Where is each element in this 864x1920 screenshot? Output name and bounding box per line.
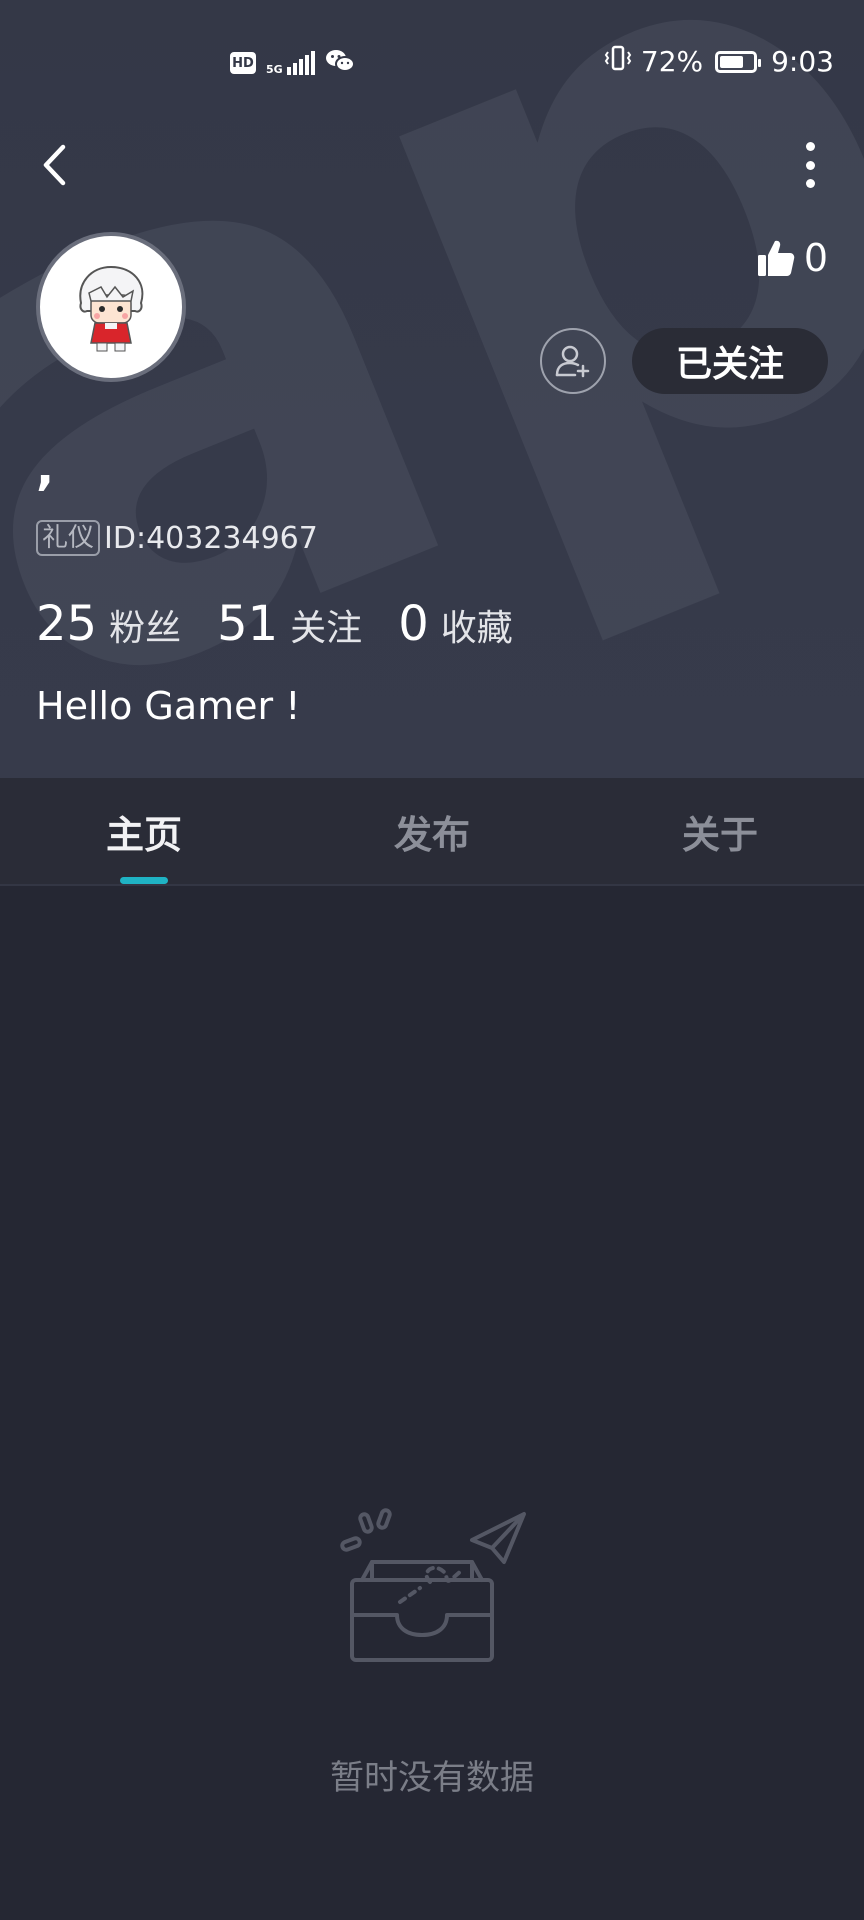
paper-plane-icon [470, 1512, 526, 1564]
add-friend-button[interactable] [540, 328, 606, 394]
user-nickname: , [36, 440, 55, 496]
user-id-row: 礼仪 ID:403234967 [36, 520, 318, 556]
user-bio: Hello Gamer ! [36, 684, 301, 728]
tab-posts[interactable]: 发布 [288, 778, 576, 884]
tab-about[interactable]: 关于 [576, 778, 864, 884]
battery-icon [715, 50, 762, 73]
profile-header: apTa HD 5G 72% 9:03 0 已关注 , 礼仪 ID:403234… [0, 0, 864, 778]
stat-fans[interactable]: 25 粉丝 [36, 596, 181, 652]
clock: 9:03 [771, 45, 834, 78]
more-options-button[interactable] [800, 142, 820, 188]
tab-label: 关于 [681, 812, 758, 857]
signal-icon: 5G [266, 51, 315, 75]
thumbs-up-icon [757, 240, 795, 276]
back-button[interactable] [34, 140, 74, 190]
stat-value: 0 [398, 596, 429, 652]
stat-label: 粉丝 [109, 608, 182, 649]
profile-page: apTa HD 5G 72% 9:03 0 已关注 , 礼仪 ID:403234… [0, 0, 864, 1920]
avatar-character-image [79, 265, 144, 352]
stat-following[interactable]: 51 关注 [217, 596, 362, 652]
battery-percent: 72% [640, 45, 704, 78]
tab-label: 发布 [393, 812, 470, 857]
empty-inbox-icon [340, 1508, 526, 1662]
user-tag-badge: 礼仪 [36, 520, 101, 556]
likes-counter[interactable]: 0 [756, 236, 828, 280]
stat-label: 关注 [290, 608, 363, 649]
stat-value: 25 [36, 596, 98, 652]
user-id: ID:403234967 [104, 520, 318, 556]
tab-label: 主页 [105, 812, 182, 857]
status-right-icons: 72% 9:03 [603, 44, 834, 79]
empty-message: 暂时没有数据 [330, 1758, 534, 1798]
avatar[interactable] [36, 232, 186, 382]
vibrate-icon [603, 44, 633, 79]
status-bar: HD 5G 72% 9:03 [0, 40, 864, 88]
followed-button[interactable]: 已关注 [632, 328, 828, 394]
add-user-icon [555, 345, 590, 378]
active-tab-indicator [120, 877, 168, 884]
tab-home[interactable]: 主页 [0, 778, 288, 884]
hd-icon: HD [230, 52, 256, 74]
profile-stats: 25 粉丝 51 关注 0 收藏 [36, 596, 549, 652]
more-vertical-icon [805, 142, 815, 151]
stat-favorites[interactable]: 0 收藏 [398, 596, 513, 652]
empty-state: 暂时没有数据 [0, 1500, 864, 1799]
back-arrow-icon [43, 144, 66, 186]
stat-label: 收藏 [440, 608, 513, 649]
status-left-icons: HD 5G [230, 48, 355, 78]
likes-count: 0 [803, 236, 828, 280]
stat-value: 51 [217, 596, 279, 652]
profile-tabs: 主页 发布 关于 [0, 778, 864, 886]
network-type: 5G [266, 63, 283, 76]
wechat-icon [325, 48, 355, 78]
